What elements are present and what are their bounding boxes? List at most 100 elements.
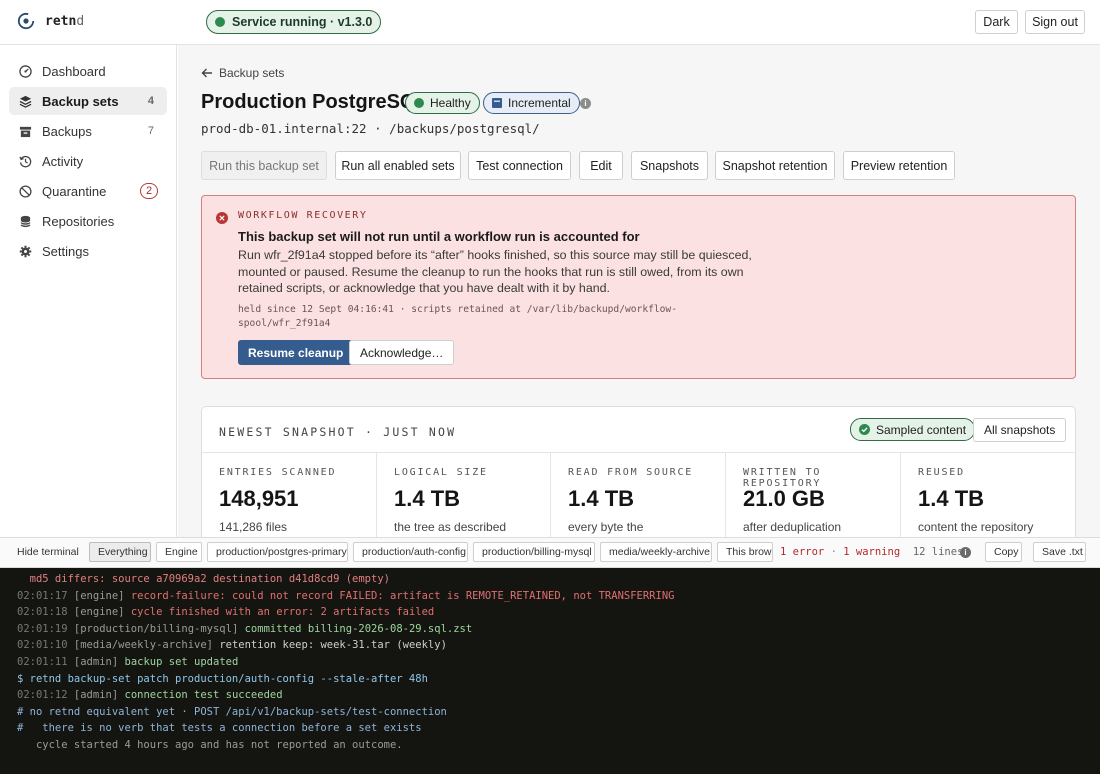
mode-badge-text: Incremental [508, 96, 571, 110]
filter-auth-config[interactable]: production/auth-config [353, 542, 468, 562]
app-name: retnd [45, 13, 85, 29]
service-status-badge: Service running · v1.3.0 [206, 10, 382, 34]
acknowledge-button[interactable]: Acknowledge… [349, 340, 455, 365]
save-txt-button[interactable]: Save .txt [1033, 542, 1086, 562]
logo-icon [17, 12, 35, 30]
all-snapshots-button[interactable]: All snapshots [973, 418, 1067, 442]
terminal-line: 02:01:11 [admin] backup set updated [17, 655, 239, 668]
sidebar-item-count: 4 [147, 95, 154, 107]
sign-out-button[interactable]: Sign out [1025, 10, 1085, 34]
health-badge-text: Healthy [430, 96, 471, 110]
source-path: prod-db-01.internal:22 · /backups/postgr… [201, 121, 540, 136]
mode-badge: Incremental [483, 92, 580, 114]
sidebar-item-activity[interactable]: Activity [9, 147, 167, 175]
preview-retention-button[interactable]: Preview retention [843, 151, 955, 180]
alert-heading: This backup set will not run until a wor… [238, 229, 640, 244]
stat-value: 21.0 GB [743, 486, 825, 511]
main-content: Backup sets Production PostgreSQL Health… [178, 45, 1100, 537]
app-logo[interactable]: retnd [17, 12, 84, 30]
sampled-content-badge[interactable]: Sampled content [850, 418, 976, 441]
sidebar-item-label: Settings [42, 243, 89, 259]
terminal-summary: 1 error · 1 warning 12 lines [780, 546, 964, 558]
filter-this-browser[interactable]: This browser [717, 542, 773, 562]
test-connection-button[interactable]: Test connection [468, 151, 571, 180]
database-icon [18, 214, 32, 228]
sidebar-item-quarantine[interactable]: Quarantine 2 [9, 177, 167, 205]
sampled-content-label: Sampled content [876, 422, 967, 437]
edit-button[interactable]: Edit [579, 151, 623, 180]
sidebar-item-repositories[interactable]: Repositories [9, 207, 167, 235]
stat-read-from-source: READ FROM SOURCE 1.4 TB every byte the [551, 453, 726, 537]
back-link-label: Backup sets [219, 66, 285, 80]
terminal-line: 02:01:12 [admin] connection test succeed… [17, 689, 283, 702]
blocked-icon [18, 184, 32, 198]
sidebar-item-label: Repositories [42, 213, 115, 229]
stat-label: ENTRIES SCANNED [219, 467, 337, 478]
info-icon[interactable]: i [960, 547, 971, 558]
stat-value: 148,951 [219, 486, 299, 511]
newest-snapshot-panel: NEWEST SNAPSHOT · JUST NOW Sampled conte… [201, 406, 1076, 537]
snapshot-stats: ENTRIES SCANNED 148,951 141,286 files LO… [202, 452, 1075, 537]
sidebar-item-backup-sets[interactable]: Backup sets 4 [9, 87, 167, 115]
hide-terminal-button[interactable]: Hide terminal [9, 542, 87, 562]
back-link[interactable]: Backup sets [201, 66, 284, 80]
alert-body: Run wfr_2f91a4 stopped before its “after… [238, 248, 752, 295]
run-all-enabled-sets-button[interactable]: Run all enabled sets [335, 151, 461, 180]
page-title: Production PostgreSQL [201, 91, 428, 113]
dark-mode-button[interactable]: Dark [975, 10, 1018, 34]
service-status-text: Service running · v1.3.0 [232, 15, 373, 29]
stat-reused: REUSED 1.4 TB content the repository [901, 453, 1075, 537]
archive-icon [18, 124, 32, 138]
arrow-left-icon [201, 68, 212, 78]
terminal-line: md5 differs: source a70969a2 destination… [17, 573, 390, 585]
terminal-line: 02:01:10 [media/weekly-archive] retentio… [17, 639, 447, 652]
stat-value: 1.4 TB [568, 486, 635, 511]
snapshot-retention-button[interactable]: Snapshot retention [715, 151, 835, 180]
workflow-recovery-alert: ✕ WORKFLOW RECOVERY This backup set will… [201, 195, 1076, 379]
stat-label: LOGICAL SIZE [394, 467, 488, 478]
run-this-backup-set-button[interactable]: Run this backup set [201, 151, 327, 180]
info-icon[interactable]: i [580, 98, 591, 109]
status-dot-icon [215, 17, 225, 27]
sidebar-item-label: Dashboard [42, 63, 106, 79]
stat-value: 1.4 TB [918, 486, 985, 511]
filter-billing-mysql[interactable]: production/billing-mysql [473, 542, 595, 562]
filter-postgres-primary[interactable]: production/postgres-primary [207, 542, 348, 562]
resume-cleanup-button[interactable]: Resume cleanup [238, 340, 354, 365]
terminal-line: cycle started 4 hours ago and has not re… [17, 738, 403, 751]
layers-icon [18, 94, 32, 108]
stat-label: REUSED [918, 467, 965, 478]
sidebar-item-label: Backup sets [42, 93, 119, 109]
stat-entries-scanned: ENTRIES SCANNED 148,951 141,286 files [202, 453, 377, 537]
filter-weekly-archive[interactable]: media/weekly-archive [600, 542, 712, 562]
quarantine-count-badge: 2 [140, 183, 158, 199]
sidebar-item-settings[interactable]: Settings [9, 237, 167, 265]
sidebar-item-backups[interactable]: Backups 7 [9, 117, 167, 145]
filter-everything[interactable]: Everything [89, 542, 151, 562]
sidebar-item-dashboard[interactable]: Dashboard [9, 57, 167, 85]
stat-written-to-repository: WRITTEN TO REPOSITORY 21.0 GB after dedu… [726, 453, 901, 537]
gauge-icon [18, 64, 32, 78]
terminal-line: $ retnd backup-set patch production/auth… [17, 672, 428, 685]
copy-button[interactable]: Copy [985, 542, 1022, 562]
stat-logical-size: LOGICAL SIZE 1.4 TB the tree as describe… [377, 453, 551, 537]
terminal-line: 02:01:18 [engine] cycle finished with an… [17, 606, 435, 619]
filter-engine[interactable]: Engine [156, 542, 202, 562]
snapshot-caption: NEWEST SNAPSHOT · JUST NOW [219, 425, 457, 439]
stat-desc: 141,286 files [219, 520, 288, 534]
top-bar: retnd Service running · v1.3.0 Dark Sign… [0, 0, 1100, 45]
terminal-line: # no retnd equivalent yet · POST /api/v1… [17, 705, 447, 718]
terminal-output[interactable]: md5 differs: source a70969a2 destination… [0, 568, 1100, 774]
stat-desc: content the repository [918, 520, 1034, 534]
check-circle-icon [859, 424, 870, 435]
terminal-toolbar: Hide terminal Everything Engine producti… [0, 537, 1100, 568]
stat-value: 1.4 TB [394, 486, 461, 511]
sidebar-item-count: 7 [147, 125, 154, 137]
terminal-line: # there is no verb that tests a connecti… [17, 722, 422, 735]
stat-desc: every byte the [568, 520, 644, 534]
sidebar: Dashboard Backup sets 4 Backups 7 Activi… [0, 45, 177, 537]
snapshots-button[interactable]: Snapshots [631, 151, 708, 180]
alert-caption: WORKFLOW RECOVERY [238, 210, 368, 221]
sidebar-item-label: Backups [42, 123, 92, 139]
stat-desc: the tree as described [394, 520, 507, 534]
